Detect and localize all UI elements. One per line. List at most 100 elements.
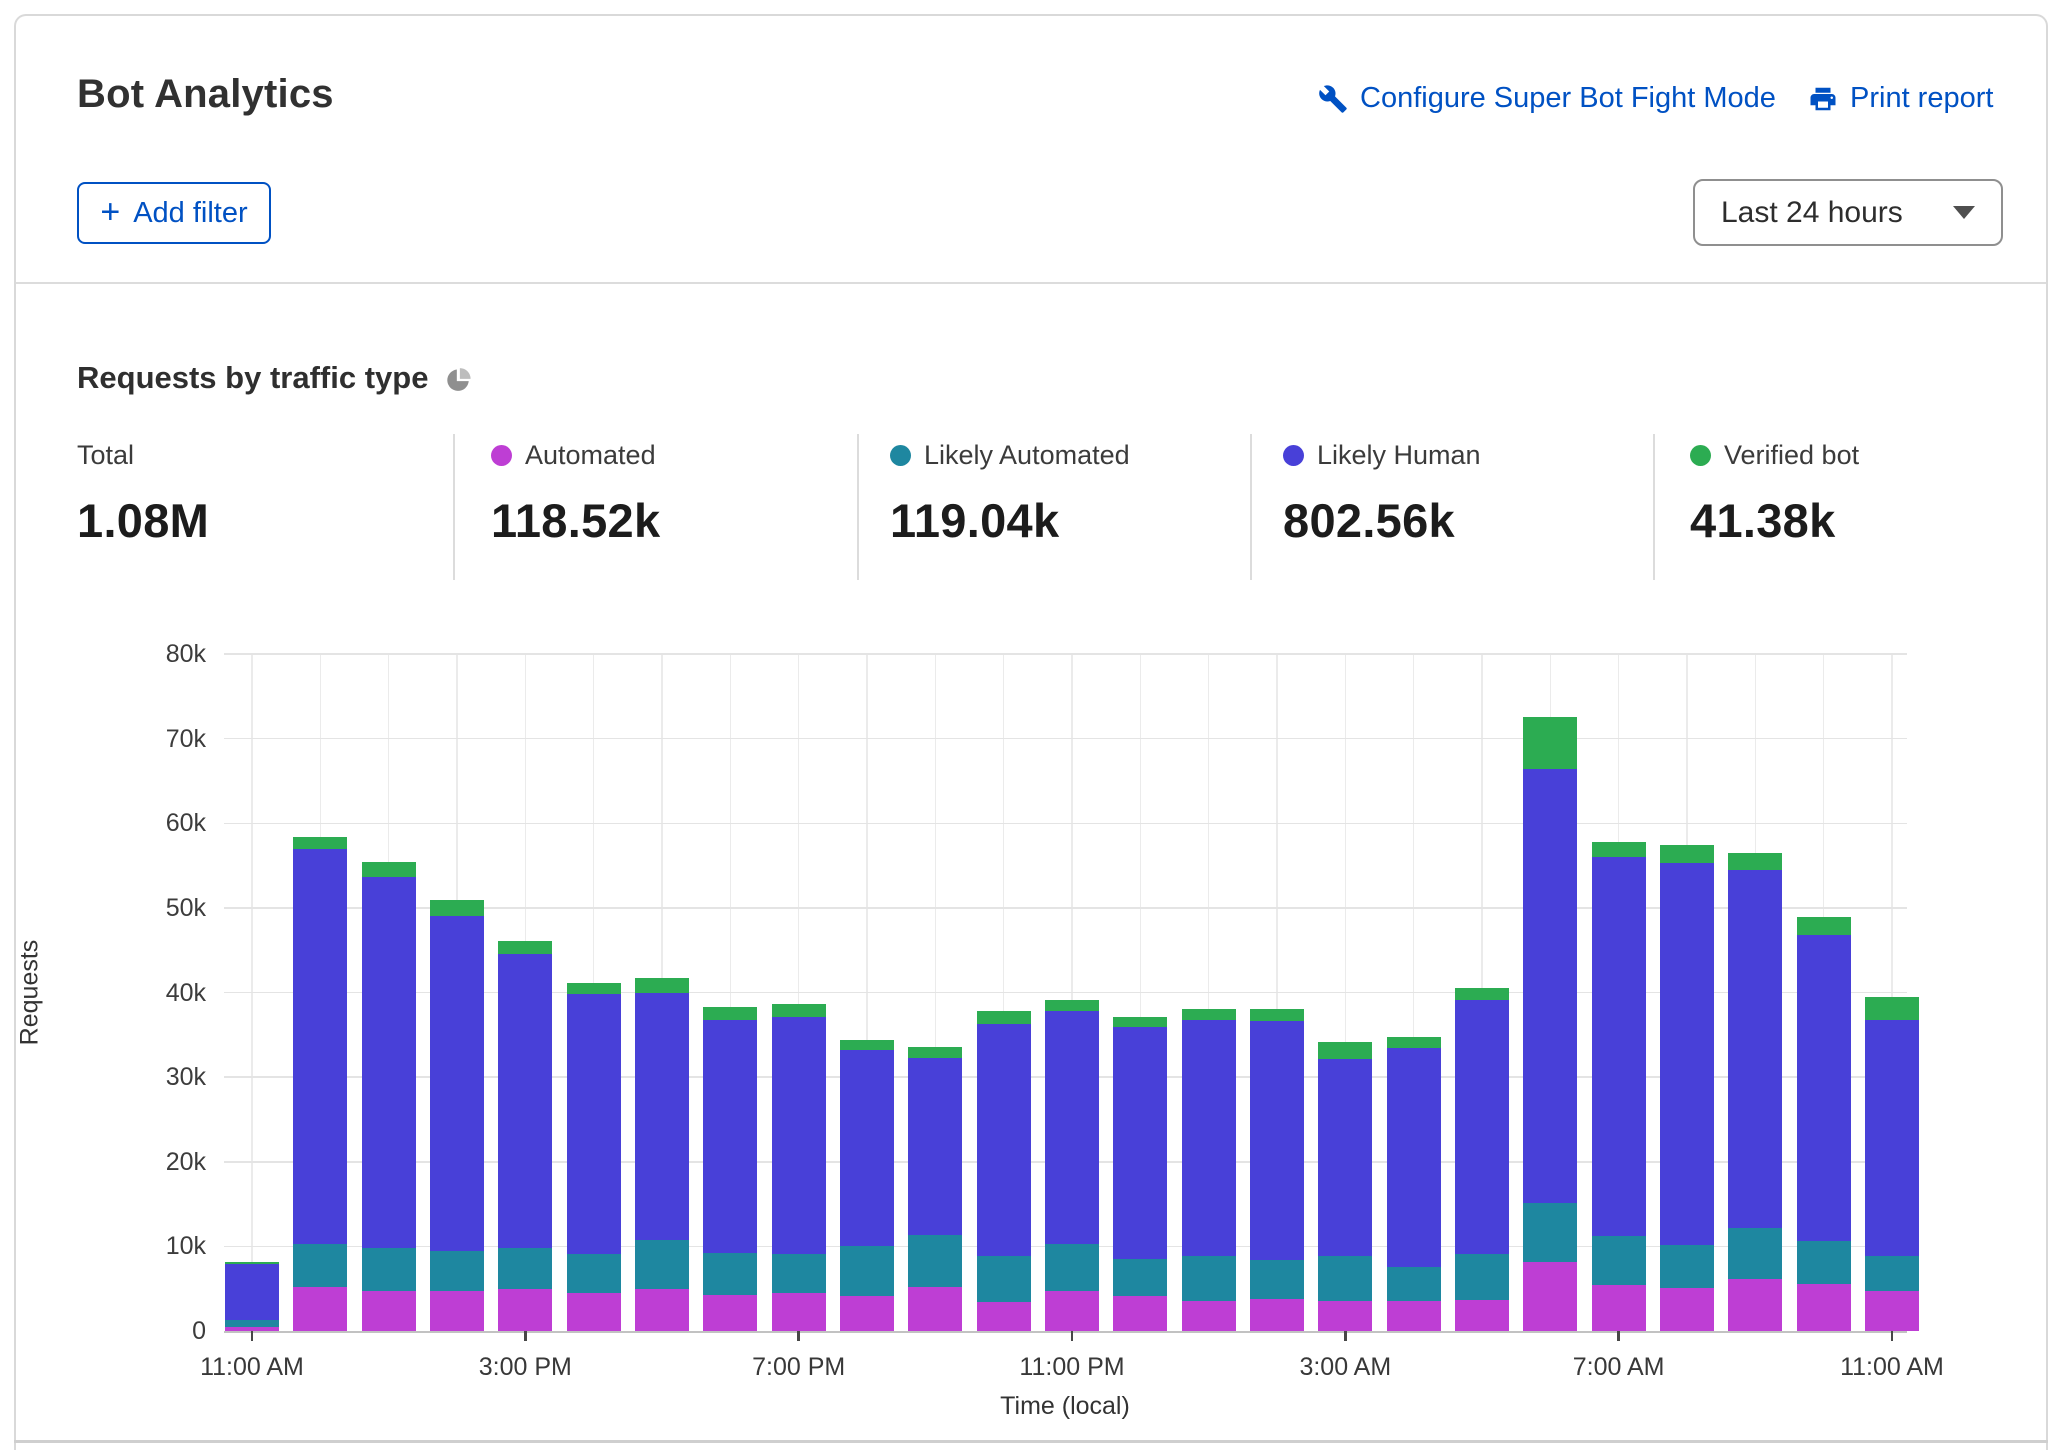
bar-segment-likely-automated-10[interactable] xyxy=(908,1235,962,1287)
bar-segment-verified-bot-4[interactable] xyxy=(498,941,552,954)
print-report-link[interactable]: Print report xyxy=(1808,82,1993,115)
bar-segment-automated-3[interactable] xyxy=(430,1291,484,1331)
bar-segment-verified-bot-1[interactable] xyxy=(293,837,347,849)
bar-segment-likely-automated-5[interactable] xyxy=(567,1254,621,1293)
bar-segment-automated-20[interactable] xyxy=(1592,1285,1646,1331)
bar-segment-likely-human-17[interactable] xyxy=(1387,1048,1441,1266)
bar-segment-verified-bot-0[interactable] xyxy=(225,1262,279,1264)
bar-segment-likely-automated-23[interactable] xyxy=(1797,1241,1851,1283)
bar-segment-verified-bot-20[interactable] xyxy=(1592,842,1646,857)
bar-segment-likely-automated-2[interactable] xyxy=(362,1248,416,1291)
bar-segment-likely-human-0[interactable] xyxy=(225,1264,279,1320)
bar-segment-likely-human-2[interactable] xyxy=(362,877,416,1249)
bar-segment-automated-1[interactable] xyxy=(293,1287,347,1331)
bar-segment-likely-automated-24[interactable] xyxy=(1865,1256,1919,1292)
bar-segment-likely-automated-19[interactable] xyxy=(1523,1203,1577,1262)
bar-segment-verified-bot-18[interactable] xyxy=(1455,988,1509,1000)
bar-segment-verified-bot-8[interactable] xyxy=(772,1004,826,1018)
bar-segment-verified-bot-21[interactable] xyxy=(1660,845,1714,863)
bar-segment-automated-4[interactable] xyxy=(498,1289,552,1331)
bar-segment-likely-human-1[interactable] xyxy=(293,849,347,1244)
bar-segment-verified-bot-3[interactable] xyxy=(430,900,484,916)
bar-segment-verified-bot-6[interactable] xyxy=(635,978,689,992)
bar-segment-likely-automated-6[interactable] xyxy=(635,1240,689,1289)
bar-segment-automated-11[interactable] xyxy=(977,1302,1031,1331)
bar-segment-likely-human-15[interactable] xyxy=(1250,1021,1304,1260)
bar-segment-automated-14[interactable] xyxy=(1182,1301,1236,1331)
bar-segment-likely-human-10[interactable] xyxy=(908,1058,962,1235)
bar-segment-automated-15[interactable] xyxy=(1250,1299,1304,1331)
bar-segment-automated-23[interactable] xyxy=(1797,1284,1851,1331)
bar-segment-automated-6[interactable] xyxy=(635,1289,689,1331)
bar-segment-automated-5[interactable] xyxy=(567,1293,621,1331)
bar-segment-likely-human-18[interactable] xyxy=(1455,1000,1509,1254)
bar-segment-likely-human-23[interactable] xyxy=(1797,935,1851,1241)
bar-segment-likely-automated-15[interactable] xyxy=(1250,1260,1304,1299)
bar-segment-automated-16[interactable] xyxy=(1318,1301,1372,1331)
bar-segment-likely-human-4[interactable] xyxy=(498,954,552,1248)
bar-segment-verified-bot-10[interactable] xyxy=(908,1047,962,1058)
bar-segment-verified-bot-24[interactable] xyxy=(1865,997,1919,1020)
bar-segment-likely-human-22[interactable] xyxy=(1728,870,1782,1228)
bar-segment-likely-human-21[interactable] xyxy=(1660,863,1714,1245)
configure-super-bot-fight-mode-link[interactable]: Configure Super Bot Fight Mode xyxy=(1318,82,1776,115)
bar-segment-automated-22[interactable] xyxy=(1728,1279,1782,1331)
bar-segment-likely-automated-1[interactable] xyxy=(293,1244,347,1287)
bar-segment-verified-bot-23[interactable] xyxy=(1797,917,1851,935)
time-range-dropdown[interactable]: Last 24 hours xyxy=(1693,179,2003,246)
bar-segment-likely-automated-21[interactable] xyxy=(1660,1245,1714,1288)
bar-segment-likely-human-19[interactable] xyxy=(1523,769,1577,1203)
bar-segment-verified-bot-13[interactable] xyxy=(1113,1017,1167,1027)
bar-segment-likely-automated-18[interactable] xyxy=(1455,1254,1509,1300)
bar-segment-likely-automated-14[interactable] xyxy=(1182,1256,1236,1301)
bar-segment-likely-automated-7[interactable] xyxy=(703,1253,757,1295)
bar-segment-automated-24[interactable] xyxy=(1865,1291,1919,1331)
bar-segment-likely-automated-12[interactable] xyxy=(1045,1244,1099,1291)
bar-segment-likely-automated-9[interactable] xyxy=(840,1246,894,1296)
bar-segment-automated-8[interactable] xyxy=(772,1293,826,1331)
bar-segment-automated-10[interactable] xyxy=(908,1287,962,1331)
bar-segment-likely-automated-11[interactable] xyxy=(977,1256,1031,1303)
bar-segment-automated-21[interactable] xyxy=(1660,1288,1714,1331)
add-filter-button[interactable]: + Add filter xyxy=(77,182,271,244)
bar-segment-automated-18[interactable] xyxy=(1455,1300,1509,1331)
bar-segment-likely-human-8[interactable] xyxy=(772,1017,826,1254)
bar-segment-likely-human-7[interactable] xyxy=(703,1020,757,1254)
bar-segment-automated-9[interactable] xyxy=(840,1296,894,1331)
bar-segment-likely-human-5[interactable] xyxy=(567,994,621,1254)
bar-segment-verified-bot-17[interactable] xyxy=(1387,1037,1441,1049)
bar-segment-likely-human-12[interactable] xyxy=(1045,1011,1099,1244)
bar-segment-verified-bot-11[interactable] xyxy=(977,1011,1031,1024)
bar-segment-verified-bot-2[interactable] xyxy=(362,862,416,876)
bar-segment-verified-bot-19[interactable] xyxy=(1523,717,1577,769)
bar-segment-likely-human-3[interactable] xyxy=(430,916,484,1250)
bar-segment-likely-human-11[interactable] xyxy=(977,1024,1031,1256)
bar-segment-likely-human-20[interactable] xyxy=(1592,857,1646,1236)
bar-segment-automated-13[interactable] xyxy=(1113,1296,1167,1331)
bar-segment-verified-bot-15[interactable] xyxy=(1250,1009,1304,1021)
bar-segment-likely-human-24[interactable] xyxy=(1865,1020,1919,1256)
bar-segment-likely-automated-13[interactable] xyxy=(1113,1259,1167,1296)
bar-segment-likely-automated-3[interactable] xyxy=(430,1251,484,1292)
bar-segment-likely-automated-22[interactable] xyxy=(1728,1228,1782,1279)
bar-segment-likely-automated-17[interactable] xyxy=(1387,1267,1441,1301)
bar-segment-likely-human-9[interactable] xyxy=(840,1050,894,1246)
bar-segment-automated-7[interactable] xyxy=(703,1295,757,1331)
bar-segment-likely-human-16[interactable] xyxy=(1318,1059,1372,1256)
bar-segment-likely-automated-16[interactable] xyxy=(1318,1256,1372,1301)
bar-segment-likely-human-14[interactable] xyxy=(1182,1020,1236,1256)
bar-segment-automated-12[interactable] xyxy=(1045,1291,1099,1331)
bar-segment-verified-bot-14[interactable] xyxy=(1182,1009,1236,1019)
bar-segment-likely-automated-8[interactable] xyxy=(772,1254,826,1293)
bar-segment-automated-19[interactable] xyxy=(1523,1262,1577,1331)
bar-segment-verified-bot-9[interactable] xyxy=(840,1040,894,1050)
bar-segment-verified-bot-16[interactable] xyxy=(1318,1042,1372,1059)
bar-segment-likely-automated-20[interactable] xyxy=(1592,1236,1646,1285)
bar-segment-verified-bot-12[interactable] xyxy=(1045,1000,1099,1011)
bar-segment-automated-2[interactable] xyxy=(362,1291,416,1331)
bar-segment-likely-human-6[interactable] xyxy=(635,993,689,1240)
bar-segment-likely-automated-0[interactable] xyxy=(225,1320,279,1327)
bar-segment-likely-automated-4[interactable] xyxy=(498,1248,552,1289)
bar-segment-likely-human-13[interactable] xyxy=(1113,1027,1167,1259)
bar-segment-verified-bot-5[interactable] xyxy=(567,983,621,994)
